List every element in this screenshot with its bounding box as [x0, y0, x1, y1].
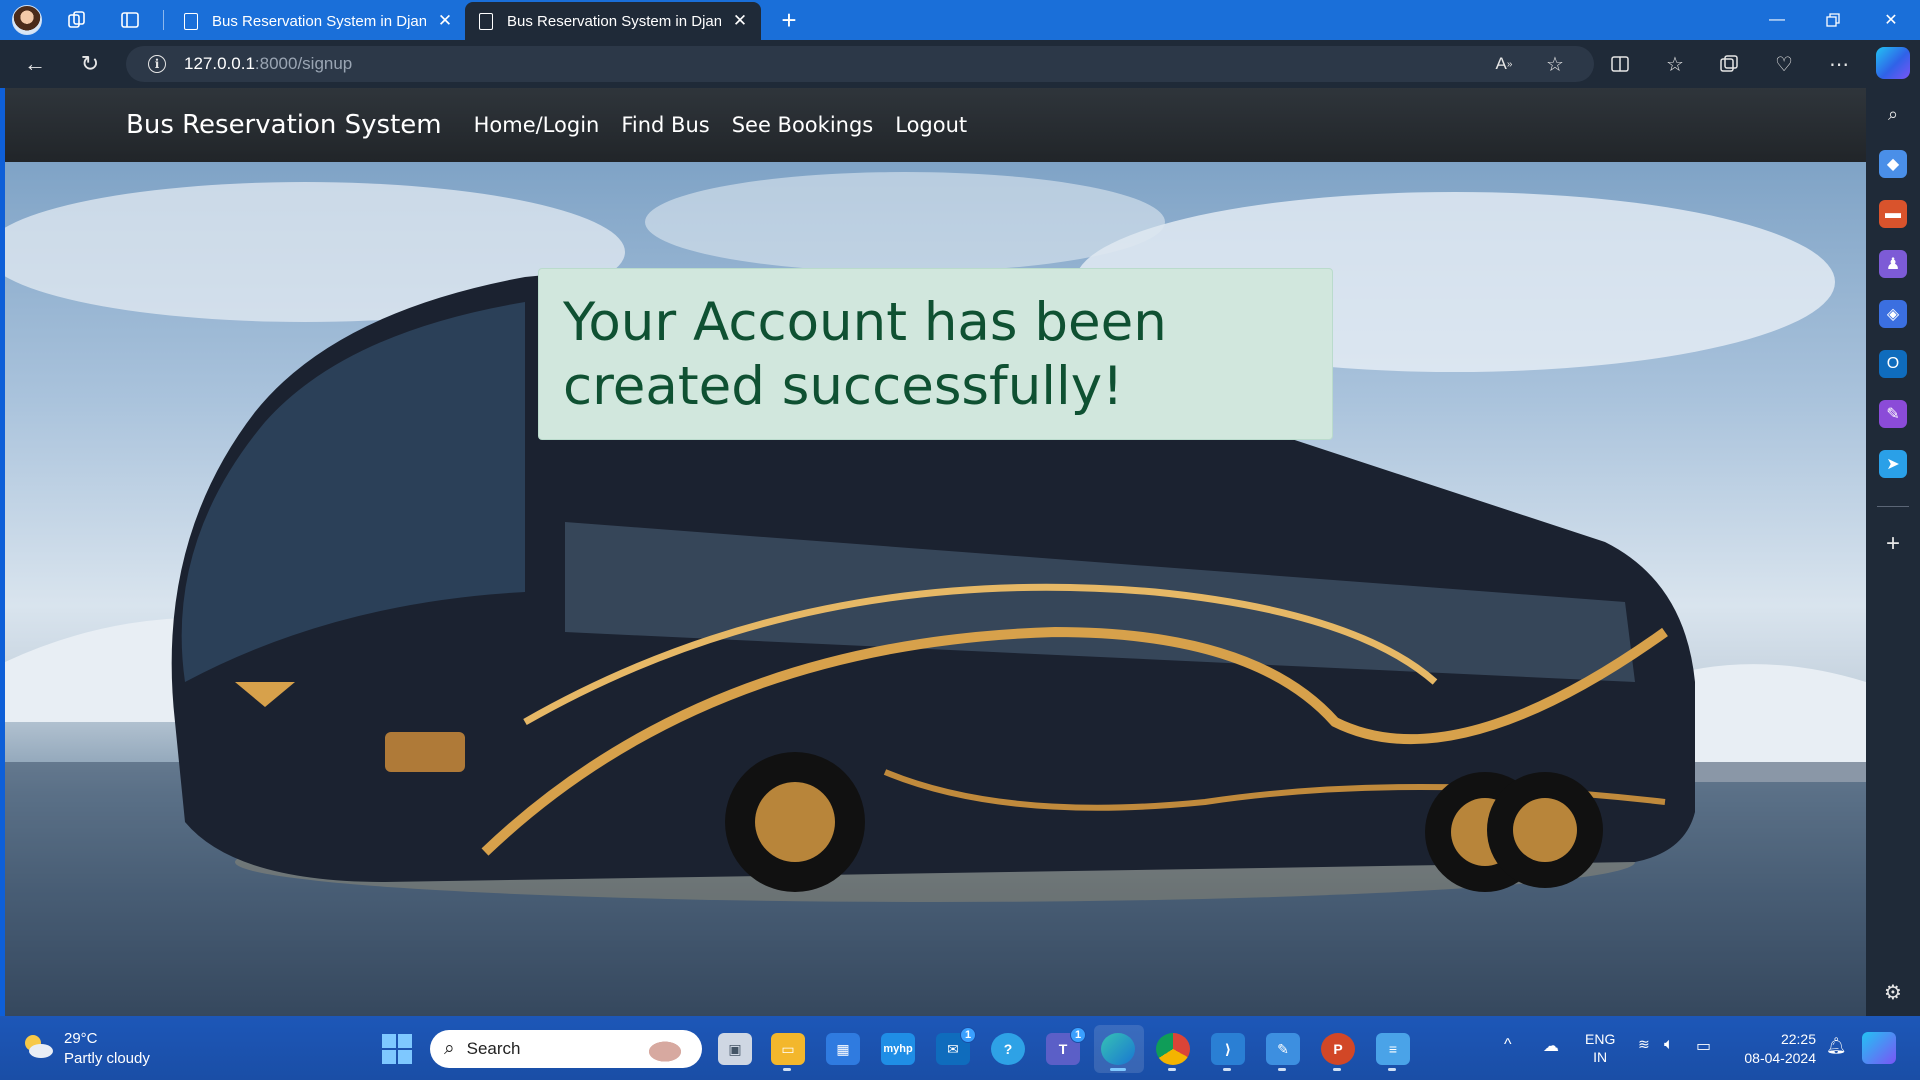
url-text: 127.0.0.1:8000/signup — [184, 54, 352, 74]
address-bar[interactable]: i 127.0.0.1:8000/signup — [126, 46, 1594, 82]
more-menu-icon[interactable]: ⋯ — [1824, 50, 1854, 78]
notifications-bell-icon[interactable]: 🔔︎ — [1826, 1036, 1846, 1056]
partly-cloudy-icon — [25, 1035, 53, 1058]
tab-close-icon[interactable]: ✕ — [434, 11, 456, 31]
alert-message: Your Account has been created successful… — [563, 292, 1167, 417]
tab-close-icon[interactable]: ✕ — [729, 11, 751, 31]
search-icon: ⌕ — [444, 1038, 455, 1059]
restore-icon[interactable] — [1806, 0, 1860, 40]
edge-browser-icon[interactable] — [1101, 1033, 1135, 1071]
search-icon[interactable]: ⌕ — [1879, 100, 1907, 128]
microsoft-365-icon[interactable]: ◈ — [1879, 300, 1907, 328]
shopping-tag-icon[interactable]: ◆ — [1879, 150, 1907, 178]
split-screen-icon[interactable] — [1605, 50, 1635, 78]
task-view-icon[interactable]: ▣ — [718, 1033, 752, 1065]
powerpoint-icon[interactable]: P — [1321, 1033, 1355, 1071]
tab-inactive[interactable]: Bus Reservation System in Django ✕ — [170, 2, 466, 40]
vscode-icon[interactable]: ⟩ — [1211, 1033, 1245, 1071]
nav-see-bookings[interactable]: See Bookings — [732, 113, 874, 137]
site-navbar: Bus Reservation System Home/Login Find B… — [5, 88, 1866, 162]
wifi-icon[interactable]: ≋ — [1638, 1036, 1650, 1053]
weather-temperature[interactable]: 29°C — [64, 1030, 98, 1047]
refresh-icon[interactable]: ↻ — [75, 50, 105, 78]
language-line1: ENG — [1585, 1031, 1616, 1047]
nav-logout[interactable]: Logout — [895, 113, 967, 137]
site-info-icon[interactable]: i — [148, 55, 166, 73]
nav-find-bus[interactable]: Find Bus — [621, 113, 709, 137]
photos-editor-icon[interactable]: ✎ — [1266, 1033, 1300, 1071]
tab-title: Bus Reservation System in Django — [507, 12, 721, 30]
tab-separator — [163, 10, 164, 30]
minimize-icon[interactable]: — — [1750, 0, 1804, 40]
windows-taskbar: 29°C Partly cloudy ⌕ Search ▣ ▭ ▦ myhp ✉… — [0, 1016, 1920, 1080]
tools-briefcase-icon[interactable]: ▬ — [1879, 200, 1907, 228]
nav-home-login[interactable]: Home/Login — [474, 113, 600, 137]
profile-avatar[interactable] — [12, 5, 42, 35]
settings-gear-icon[interactable]: ⚙ — [1879, 978, 1907, 1006]
add-plus-icon[interactable]: + — [1879, 530, 1907, 558]
search-placeholder: Search — [466, 1039, 521, 1058]
system-clock[interactable]: 22:25 08-04-2024 — [1734, 1030, 1816, 1068]
chrome-icon[interactable] — [1156, 1033, 1190, 1071]
page-icon — [184, 12, 198, 30]
microsoft-store-icon[interactable]: ▦ — [826, 1033, 860, 1065]
favorite-star-icon[interactable]: ☆ — [1540, 50, 1570, 78]
tab-title: Bus Reservation System in Django — [212, 12, 426, 30]
drop-send-icon[interactable]: ➤ — [1879, 450, 1907, 478]
sidebar-divider — [1877, 506, 1909, 507]
clock-time: 22:25 — [1780, 1031, 1816, 1047]
teams-icon[interactable]: T1 — [1046, 1027, 1086, 1065]
search-highlight-art — [640, 1036, 690, 1062]
taskbar-search[interactable]: ⌕ Search — [430, 1030, 702, 1068]
outlook-icon[interactable]: O — [1879, 350, 1907, 378]
new-tab-plus-icon[interactable]: + — [774, 5, 804, 35]
battery-icon[interactable]: ▭ — [1696, 1036, 1711, 1056]
outlook-mail-icon[interactable]: ✉ 1 — [936, 1027, 976, 1065]
onedrive-cloud-icon[interactable]: ☁ — [1543, 1036, 1559, 1056]
myhp-icon[interactable]: myhp — [881, 1033, 915, 1065]
tab-actions-icon[interactable] — [116, 6, 144, 34]
edge-sidebar: ⌕ ◆ ▬ ♟ ◈ O ✎ ➤ + ⚙ — [1866, 88, 1920, 1016]
copilot-taskbar-icon[interactable] — [1862, 1032, 1896, 1064]
favorites-list-icon[interactable]: ☆ — [1660, 50, 1690, 78]
get-help-icon[interactable]: ? — [991, 1033, 1025, 1065]
volume-icon[interactable]: 🔈︎ — [1664, 1036, 1674, 1054]
outlook-badge: 1 — [960, 1027, 976, 1043]
site-brand[interactable]: Bus Reservation System — [126, 110, 442, 140]
back-arrow-icon[interactable]: ← — [20, 50, 50, 78]
games-icon[interactable]: ♟ — [1879, 250, 1907, 278]
success-alert: Your Account has been created successful… — [538, 268, 1333, 440]
page-icon — [479, 12, 493, 30]
start-windows-icon[interactable] — [382, 1034, 412, 1064]
workspaces-icon[interactable] — [63, 6, 91, 34]
browser-title-bar: Bus Reservation System in Django ✕ Bus R… — [0, 0, 1920, 40]
url-path: :8000/signup — [254, 54, 353, 73]
weather-description[interactable]: Partly cloudy — [64, 1050, 150, 1067]
close-window-icon[interactable]: ✕ — [1864, 0, 1918, 40]
copilot-icon[interactable] — [1876, 47, 1910, 79]
tab-active[interactable]: Bus Reservation System in Django ✕ — [465, 2, 761, 40]
language-line2: IN — [1593, 1049, 1608, 1065]
show-hidden-icons-chevron-icon[interactable]: ^ — [1504, 1036, 1512, 1054]
browser-essentials-icon[interactable]: ♡ — [1769, 50, 1799, 78]
url-host: 127.0.0.1 — [184, 54, 255, 73]
clock-date: 08-04-2024 — [1744, 1050, 1816, 1066]
collections-icon[interactable] — [1714, 50, 1744, 78]
teams-badge: 1 — [1070, 1027, 1086, 1043]
designer-icon[interactable]: ✎ — [1879, 400, 1907, 428]
notepad-icon[interactable]: ≡ — [1376, 1033, 1410, 1071]
language-indicator[interactable]: ENG IN — [1585, 1030, 1615, 1066]
file-explorer-icon[interactable]: ▭ — [771, 1033, 805, 1071]
read-aloud-icon[interactable]: A» — [1489, 50, 1519, 78]
web-page: Bus Reservation System Home/Login Find B… — [5, 88, 1866, 1016]
